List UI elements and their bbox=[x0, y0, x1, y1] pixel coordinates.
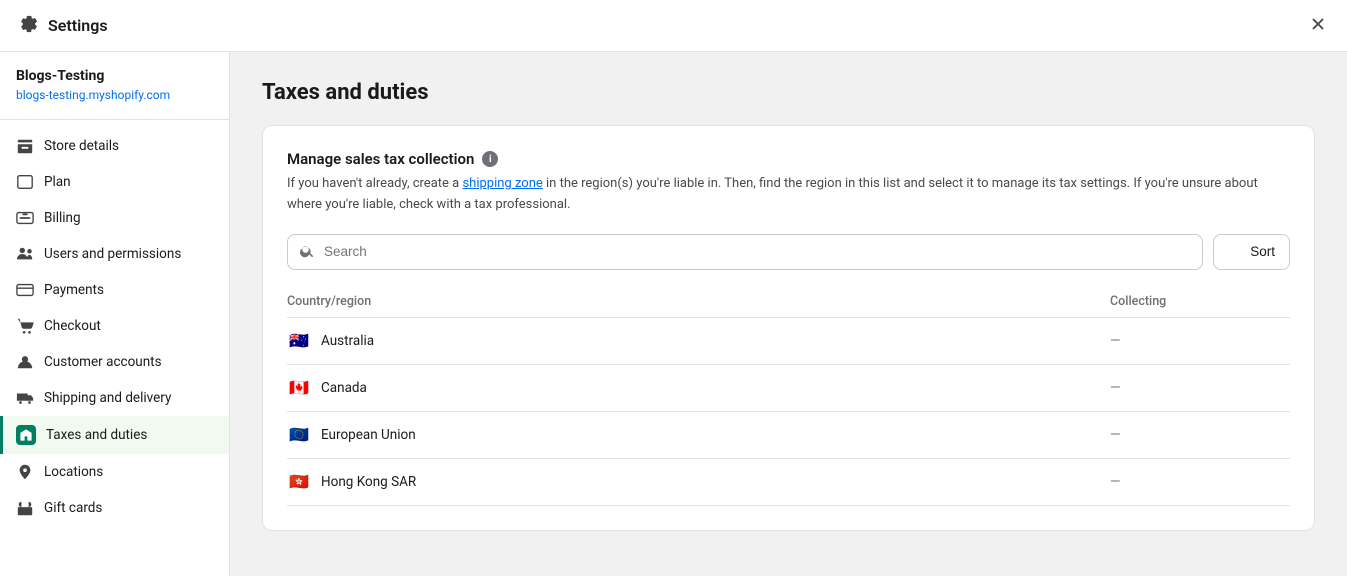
sidebar-item-store-details[interactable]: Store details bbox=[0, 128, 229, 164]
country-col: 🇭🇰 Hong Kong SAR bbox=[287, 473, 1110, 491]
sort-label: Sort bbox=[1250, 244, 1275, 259]
store-icon bbox=[16, 137, 34, 155]
col-collecting-header: Collecting bbox=[1110, 294, 1290, 309]
table-rows: 🇦🇺 Australia — 🇨🇦 Canada — 🇪🇺 European U… bbox=[287, 318, 1290, 506]
plan-icon bbox=[16, 173, 34, 191]
sidebar-item-gift-cards[interactable]: Gift cards bbox=[0, 490, 229, 526]
table-row[interactable]: 🇭🇰 Hong Kong SAR — bbox=[287, 459, 1290, 506]
flag-icon: 🇪🇺 bbox=[287, 426, 311, 444]
page-title: Taxes and duties bbox=[262, 80, 1315, 105]
sidebar-item-label: Gift cards bbox=[44, 500, 102, 516]
collecting-col: — bbox=[1110, 333, 1290, 349]
sidebar-item-plan[interactable]: Plan bbox=[0, 164, 229, 200]
sidebar-item-taxes-duties[interactable]: Taxes and duties bbox=[0, 416, 229, 454]
sidebar-item-label: Store details bbox=[44, 138, 119, 154]
country-name: Hong Kong SAR bbox=[321, 474, 416, 490]
sidebar-item-label: Locations bbox=[44, 464, 103, 480]
search-sort-row: Sort bbox=[287, 234, 1290, 270]
top-bar-left: Settings bbox=[20, 15, 108, 37]
search-input[interactable] bbox=[324, 244, 1190, 259]
shipping-icon bbox=[16, 389, 34, 407]
store-info: Blogs-Testing blogs-testing.myshopify.co… bbox=[0, 68, 229, 120]
sort-button[interactable]: Sort bbox=[1213, 234, 1290, 270]
collecting-col: — bbox=[1110, 427, 1290, 443]
sidebar-item-label: Payments bbox=[44, 282, 104, 298]
desc-part1: If you haven't already, create a bbox=[287, 176, 462, 191]
close-icon[interactable] bbox=[1309, 15, 1327, 37]
section-title-text: Manage sales tax collection bbox=[287, 150, 474, 168]
info-icon[interactable]: i bbox=[482, 151, 498, 167]
search-box bbox=[287, 234, 1203, 270]
country-col: 🇪🇺 European Union bbox=[287, 426, 1110, 444]
search-icon bbox=[300, 244, 316, 260]
sidebar-item-shipping-delivery[interactable]: Shipping and delivery bbox=[0, 380, 229, 416]
customer-icon bbox=[16, 353, 34, 371]
country-name: Canada bbox=[321, 380, 367, 396]
users-icon bbox=[16, 245, 34, 263]
sidebar-item-label: Customer accounts bbox=[44, 354, 162, 370]
sort-icon bbox=[1228, 244, 1244, 260]
main-layout: Blogs-Testing blogs-testing.myshopify.co… bbox=[0, 52, 1347, 576]
card-description: If you haven't already, create a shippin… bbox=[287, 174, 1290, 216]
table-header: Country/region Collecting bbox=[287, 286, 1290, 318]
collecting-col: — bbox=[1110, 380, 1290, 396]
sidebar-item-checkout[interactable]: Checkout bbox=[0, 308, 229, 344]
country-name: European Union bbox=[321, 427, 416, 443]
table-row[interactable]: 🇪🇺 European Union — bbox=[287, 412, 1290, 459]
country-col: 🇦🇺 Australia bbox=[287, 332, 1110, 350]
top-bar: Settings bbox=[0, 0, 1347, 52]
gift-icon bbox=[16, 499, 34, 517]
checkout-icon bbox=[16, 317, 34, 335]
sidebar-item-label: Taxes and duties bbox=[46, 427, 147, 443]
sidebar-item-locations[interactable]: Locations bbox=[0, 454, 229, 490]
country-col: 🇨🇦 Canada bbox=[287, 379, 1110, 397]
table-row[interactable]: 🇨🇦 Canada — bbox=[287, 365, 1290, 412]
sidebar-item-users-permissions[interactable]: Users and permissions bbox=[0, 236, 229, 272]
sidebar-item-label: Plan bbox=[44, 174, 71, 190]
sidebar-item-label: Billing bbox=[44, 210, 81, 226]
flag-icon: 🇭🇰 bbox=[287, 473, 311, 491]
sidebar-item-label: Shipping and delivery bbox=[44, 390, 171, 406]
col-country-header: Country/region bbox=[287, 294, 1110, 309]
taxes-card: Manage sales tax collection i If you hav… bbox=[262, 125, 1315, 531]
payments-icon bbox=[16, 281, 34, 299]
sidebar: Blogs-Testing blogs-testing.myshopify.co… bbox=[0, 52, 230, 576]
sidebar-item-label: Users and permissions bbox=[44, 246, 181, 262]
flag-icon: 🇦🇺 bbox=[287, 332, 311, 350]
billing-icon bbox=[16, 209, 34, 227]
flag-icon: 🇨🇦 bbox=[287, 379, 311, 397]
top-bar-title: Settings bbox=[48, 16, 108, 35]
shipping-zone-link[interactable]: shipping zone bbox=[462, 176, 542, 191]
taxes-icon bbox=[16, 425, 36, 445]
sidebar-item-customer-accounts[interactable]: Customer accounts bbox=[0, 344, 229, 380]
location-icon bbox=[16, 463, 34, 481]
sidebar-item-label: Checkout bbox=[44, 318, 101, 334]
card-section-title: Manage sales tax collection i bbox=[287, 150, 1290, 168]
content-area: Taxes and duties Manage sales tax collec… bbox=[230, 52, 1347, 576]
store-name: Blogs-Testing bbox=[16, 68, 213, 84]
table-row[interactable]: 🇦🇺 Australia — bbox=[287, 318, 1290, 365]
country-name: Australia bbox=[321, 333, 374, 349]
sidebar-item-payments[interactable]: Payments bbox=[0, 272, 229, 308]
sidebar-item-billing[interactable]: Billing bbox=[0, 200, 229, 236]
collecting-col: — bbox=[1110, 474, 1290, 490]
store-url[interactable]: blogs-testing.myshopify.com bbox=[16, 88, 170, 102]
gear-icon bbox=[20, 15, 38, 37]
